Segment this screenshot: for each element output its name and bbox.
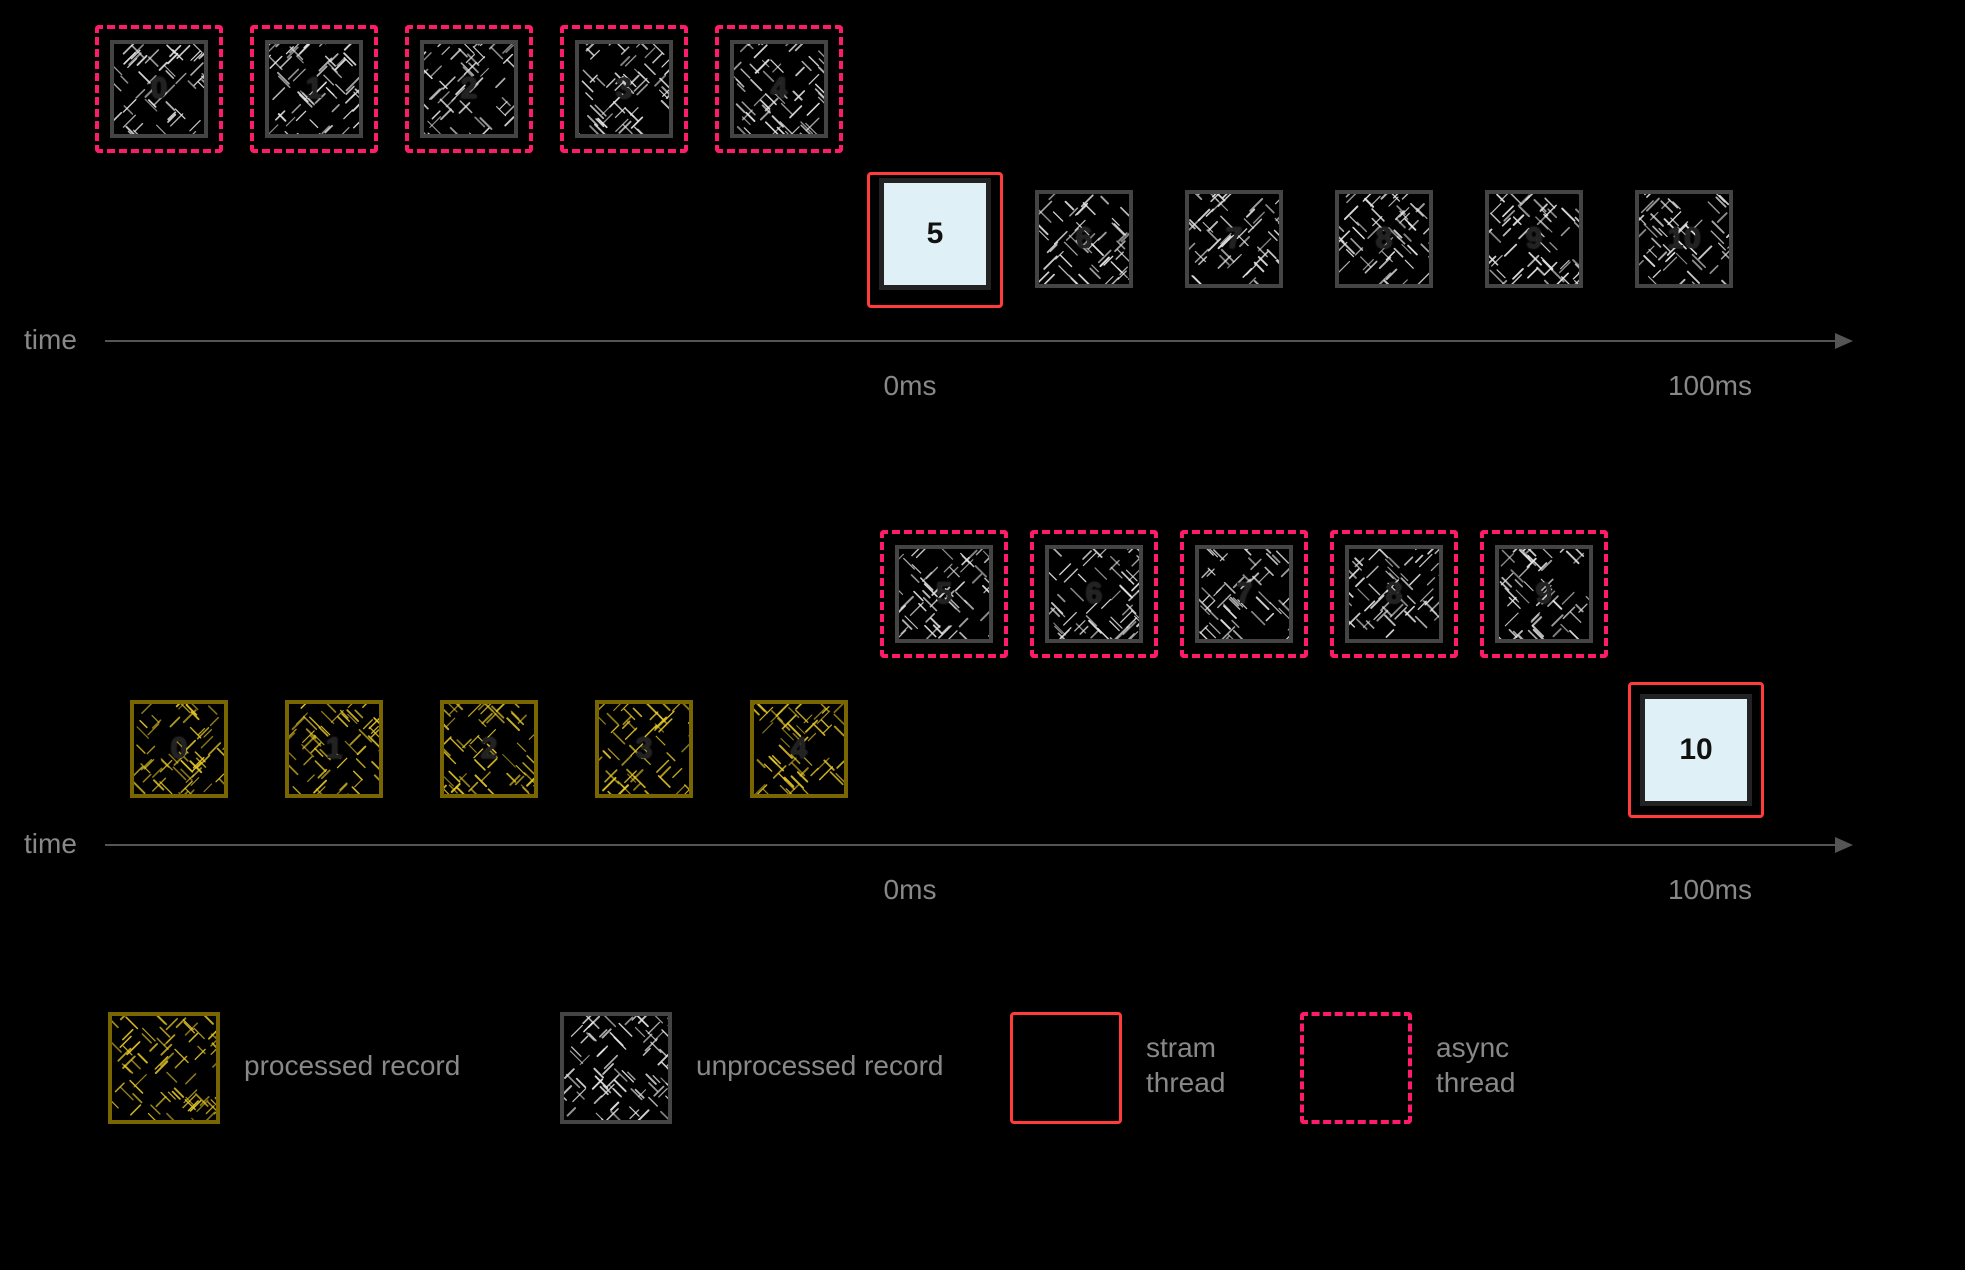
legend-swatch-unprocessed: [560, 1012, 672, 1124]
record-tile: 4: [730, 40, 828, 138]
record-tile: 7: [1185, 190, 1283, 288]
record-tile: 0: [110, 40, 208, 138]
record-tile: 2: [420, 40, 518, 138]
record-tile: 7: [1195, 545, 1293, 643]
tick-0-top: 0ms: [870, 370, 950, 402]
legend-swatch-processed: [108, 1012, 220, 1124]
record-label: 3: [579, 44, 669, 134]
record-tile: 10: [1635, 190, 1733, 288]
record-label: 6: [1049, 549, 1139, 639]
tick-0-bot: 0ms: [870, 874, 950, 906]
record-label: 6: [1039, 194, 1129, 284]
record-label: 5: [884, 183, 986, 285]
legend-label-processed: processed record: [244, 1048, 460, 1083]
record-label: 0: [114, 44, 204, 134]
record-label: 8: [1349, 549, 1439, 639]
tick-100-bot: 100ms: [1650, 874, 1770, 906]
legend-label-stream: stram thread: [1146, 1030, 1225, 1100]
legend-label-unprocessed: unprocessed record: [696, 1048, 943, 1083]
record-tile: 3: [595, 700, 693, 798]
record-tile: 1: [265, 40, 363, 138]
record-label: 10: [1645, 699, 1747, 801]
record-tile: 5: [879, 178, 991, 290]
record-label: 2: [424, 44, 514, 134]
record-label: 10: [1639, 194, 1729, 284]
record-tile: 9: [1485, 190, 1583, 288]
axis-label-top: time: [24, 324, 77, 356]
record-tile: 0: [130, 700, 228, 798]
tick-100-top: 100ms: [1650, 370, 1770, 402]
legend-label-async: async thread: [1436, 1030, 1515, 1100]
legend-swatch-stream: [1010, 1012, 1122, 1124]
record-tile: 6: [1045, 545, 1143, 643]
axis-line-bot: [105, 844, 1835, 846]
record-label: 0: [134, 704, 224, 794]
record-tile: 9: [1495, 545, 1593, 643]
legend-swatch-async: [1300, 1012, 1412, 1124]
axis-arrow-bot: [1835, 837, 1853, 853]
record-label: 9: [1489, 194, 1579, 284]
record-tile: 10: [1640, 694, 1752, 806]
record-tile: 5: [895, 545, 993, 643]
record-tile: 6: [1035, 190, 1133, 288]
record-tile: 3: [575, 40, 673, 138]
record-label: 5: [899, 549, 989, 639]
record-label: 2: [444, 704, 534, 794]
record-label: 1: [269, 44, 359, 134]
record-label: 4: [754, 704, 844, 794]
record-tile: 8: [1335, 190, 1433, 288]
record-label: 7: [1189, 194, 1279, 284]
record-label: 9: [1499, 549, 1589, 639]
axis-label-bot: time: [24, 828, 77, 860]
record-tile: 4: [750, 700, 848, 798]
diagram-root: time 0ms 100ms time 0ms 100ms processed …: [0, 0, 1965, 1270]
axis-line-top: [105, 340, 1835, 342]
axis-arrow-top: [1835, 333, 1853, 349]
record-label: 1: [289, 704, 379, 794]
record-label: 4: [734, 44, 824, 134]
record-label: 3: [599, 704, 689, 794]
record-label: 8: [1339, 194, 1429, 284]
record-tile: 8: [1345, 545, 1443, 643]
record-label: 7: [1199, 549, 1289, 639]
record-tile: 2: [440, 700, 538, 798]
record-tile: 1: [285, 700, 383, 798]
